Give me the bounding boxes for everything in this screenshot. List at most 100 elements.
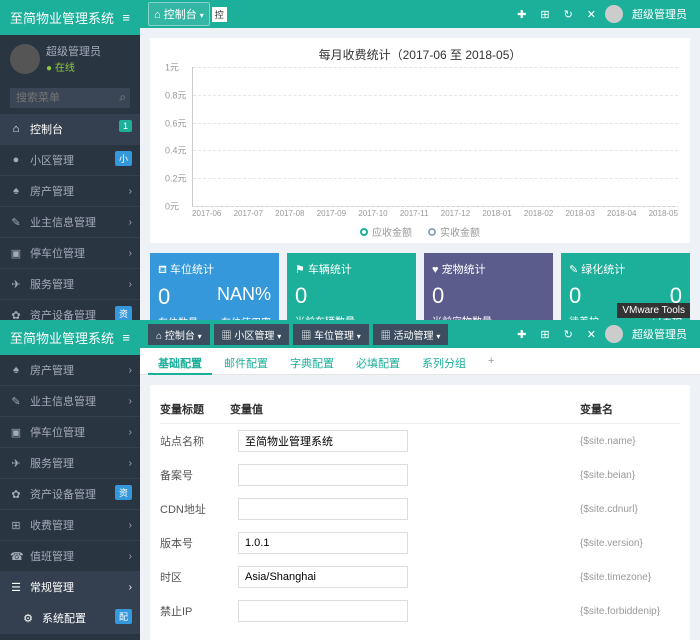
tab-control[interactable]: ⌂ 控制台 ▾ xyxy=(148,2,210,26)
sidebar-item[interactable]: ✎业主信息管理› xyxy=(0,207,140,238)
sidebar-item[interactable]: ♠房产管理› xyxy=(0,176,140,207)
open-tab[interactable]: ▦ 小区管理 ▾ xyxy=(214,324,290,345)
config-input[interactable] xyxy=(238,464,408,486)
menu-icon: ● xyxy=(10,154,22,166)
menu-icon: ♠ xyxy=(10,364,22,376)
tb-refresh-icon[interactable]: ↻ xyxy=(559,5,578,24)
open-tabs: ⌂ 控制台 ▾▦ 小区管理 ▾▦ 车位管理 ▾▦ 活动管理 ▾ xyxy=(148,324,448,345)
sidebar-bottom: 至简物业管理系统 ≡ ♠房产管理›✎业主信息管理›▣停车位管理›✈服务管理› ✿ 资… xyxy=(0,320,140,640)
sidebar-item[interactable]: ♠房产管理› xyxy=(0,355,140,386)
chart-title: 每月收费统计（2017-06 至 2018-05） xyxy=(162,46,678,63)
form-tab[interactable]: 字典配置 xyxy=(280,352,344,374)
tb-close-icon[interactable]: ✕ xyxy=(582,325,601,344)
open-tab[interactable]: ▦ 活动管理 ▾ xyxy=(373,324,449,345)
menu-toggle-icon[interactable]: ≡ xyxy=(122,10,130,25)
tb-avatar[interactable] xyxy=(605,325,623,343)
menu-icon: ⊞ xyxy=(10,519,22,532)
sidebar-item[interactable]: ✿资产设备管理资 xyxy=(0,479,140,510)
vmware-tooltip: VMware Tools xyxy=(617,303,690,318)
menu-icon: ✿ xyxy=(10,488,22,501)
tb-grid-icon[interactable]: ⊞ xyxy=(535,5,554,24)
sidebar-item[interactable]: ✈服务管理› xyxy=(0,448,140,479)
sidebar-item[interactable]: ▣停车位管理› xyxy=(0,417,140,448)
sidebar-top: 至简物业管理系统 ≡ 超级管理员 ● 在线 ⌕ ⌂控制台1●小区管理小♠房产管理… xyxy=(0,0,140,320)
search-input[interactable] xyxy=(10,88,130,108)
legend-item[interactable]: 实收金额 xyxy=(428,224,480,239)
menu-icon: ✈ xyxy=(10,278,22,291)
menu-bottom: ♠房产管理›✎业主信息管理›▣停车位管理›✈服务管理›✿资产设备管理资⊞收费管理… xyxy=(0,355,140,640)
stat-card[interactable]: ♥ 宠物统计0当前宠物数量 xyxy=(424,253,553,320)
config-input[interactable] xyxy=(238,532,408,554)
sidebar-item[interactable]: ✈服务管理› xyxy=(0,269,140,300)
search-box: ⌕ xyxy=(0,82,140,114)
form-row: 版本号{$site.version} xyxy=(160,526,680,560)
avatar xyxy=(10,44,40,74)
user-row: 超级管理员 ● 在线 xyxy=(0,35,140,82)
config-form: 变量标题 变量值 变量名 站点名称{$site.name}备案号{$site.b… xyxy=(140,375,700,640)
form-header: 变量标题 变量值 变量名 xyxy=(160,395,680,424)
chart-xaxis: 2017-062017-072017-082017-092017-102017-… xyxy=(192,209,678,218)
menu-icon: ✎ xyxy=(10,395,22,408)
menu-icon: ✈ xyxy=(10,457,22,470)
form-tab[interactable]: 系列分组 xyxy=(412,352,476,374)
sidebar-item[interactable]: ▣停车位管理› xyxy=(0,238,140,269)
stat-card[interactable]: ⛾ 车位统计0NAN%车位数量车位使用率 xyxy=(150,253,279,320)
chevron-icon: › xyxy=(129,458,132,469)
tb-refresh-icon[interactable]: ↻ xyxy=(559,325,578,344)
sidebar-item[interactable]: ☎值班管理› xyxy=(0,541,140,572)
dashboard: 每月收费统计（2017-06 至 2018-05） 1元0.8元0.6元0.4元… xyxy=(140,28,700,320)
stat-card[interactable]: ⚑ 车辆统计0当前车辆数量 xyxy=(287,253,416,320)
menu-icon: ▣ xyxy=(10,426,22,439)
badge: 资 xyxy=(115,485,132,500)
chevron-icon: › xyxy=(129,396,132,407)
chart-legend: 应收金额 实收金额 xyxy=(162,224,678,239)
brand: 至简物业管理系统 ≡ xyxy=(0,0,140,35)
sidebar-item[interactable]: ●小区管理小 xyxy=(0,145,140,176)
chevron-icon: › xyxy=(129,520,132,531)
user-info: 超级管理员 ● 在线 xyxy=(46,43,101,74)
config-input[interactable] xyxy=(238,600,408,622)
config-input[interactable] xyxy=(238,566,408,588)
tb-plus-icon[interactable]: ✚ xyxy=(512,325,531,344)
menu-icon: ▣ xyxy=(10,247,22,260)
form-row: CDN地址{$site.cdnurl} xyxy=(160,492,680,526)
chevron-icon: › xyxy=(129,248,132,259)
badge: 小 xyxy=(115,151,132,166)
sidebar-item[interactable]: ⌂控制台1 xyxy=(0,114,140,145)
chevron-icon: › xyxy=(129,186,132,197)
menu-icon: ☰ xyxy=(10,581,22,594)
open-tab[interactable]: ⌂ 控制台 ▾ xyxy=(148,324,210,345)
brand-text: 至简物业管理系统 xyxy=(10,8,114,27)
badge: 配 xyxy=(115,609,132,624)
tb-close-icon[interactable]: ✕ xyxy=(582,5,601,24)
form-tab[interactable]: 邮件配置 xyxy=(214,352,278,374)
legend-item[interactable]: 应收金额 xyxy=(360,224,412,239)
sidebar-item[interactable]: ☰常规管理› xyxy=(0,572,140,603)
sidebar-item[interactable]: ✎业主信息管理› xyxy=(0,386,140,417)
form-tab[interactable]: 必填配置 xyxy=(346,352,410,374)
tb-username[interactable]: 超级管理员 xyxy=(627,3,692,25)
search-icon[interactable]: ⌕ xyxy=(119,90,126,105)
menu-icon: ☎ xyxy=(10,550,22,563)
config-input[interactable] xyxy=(238,430,408,452)
chevron-icon: › xyxy=(129,365,132,376)
sidebar-item[interactable]: ⚙系统配置配 xyxy=(0,603,140,634)
tb-username[interactable]: 超级管理员 xyxy=(627,323,692,345)
tb-grid-icon[interactable]: ⊞ xyxy=(535,325,554,344)
sidebar-item[interactable]: ⊞收费管理› xyxy=(0,510,140,541)
tb-avatar[interactable] xyxy=(605,5,623,23)
sidebar-item[interactable]: ✿资产设备管理资 xyxy=(0,300,140,320)
form-tab[interactable]: 基础配置 xyxy=(148,352,212,374)
open-tab[interactable]: ▦ 车位管理 ▾ xyxy=(293,324,369,345)
menu-toggle-icon[interactable]: ≡ xyxy=(122,330,130,345)
sidebar-item[interactable]: ◫附件管理▾ xyxy=(0,634,140,640)
add-tab[interactable]: + xyxy=(478,352,504,374)
content-top: ⌂ 控制台 ▾ 控 ✚ ⊞ ↻ ✕ 超级管理员 每月收费统计（2017-06 至… xyxy=(140,0,700,320)
form-tabs: 基础配置邮件配置字典配置必填配置系列分组+ xyxy=(140,348,700,375)
tb-plus-icon[interactable]: ✚ xyxy=(512,5,531,24)
user-name: 超级管理员 xyxy=(46,43,101,59)
form-row: 备案号{$site.beian} xyxy=(160,458,680,492)
brand-bottom: 至简物业管理系统 ≡ xyxy=(0,320,140,355)
chart-area: 1元0.8元0.6元0.4元0.2元0元 xyxy=(192,67,678,207)
config-input[interactable] xyxy=(238,498,408,520)
